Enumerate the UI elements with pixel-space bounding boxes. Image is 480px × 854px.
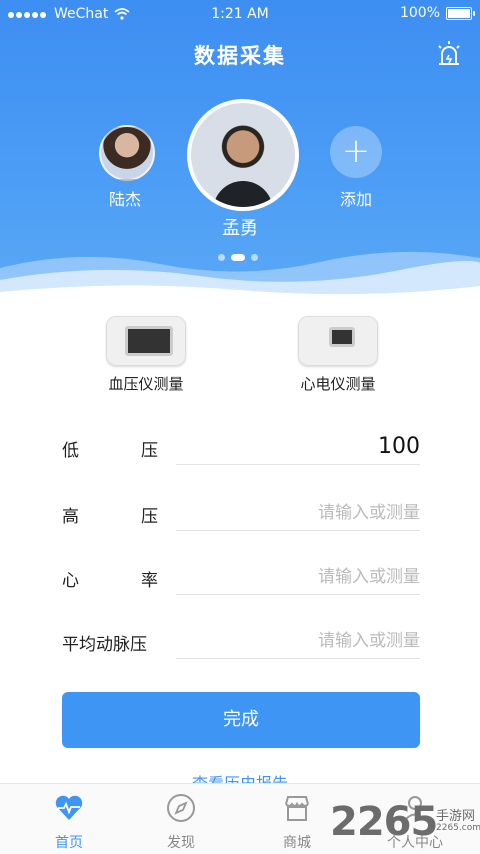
tab-store-label: 商城 <box>283 835 311 851</box>
high-pressure-input[interactable]: 请输入或测量 <box>176 498 420 531</box>
header: WeChat 1:21 AM 100% 数据采集 + 陆杰 孟勇 添加 <box>0 0 480 300</box>
status-bar: WeChat 1:21 AM 100% <box>0 0 480 28</box>
done-button[interactable]: 完成 <box>62 692 420 748</box>
watermark-number: 2265 <box>330 799 438 845</box>
high-pressure-row: 高压 请输入或测量 <box>62 490 420 538</box>
compass-icon <box>167 794 195 822</box>
header-wave <box>0 251 480 300</box>
bp-monitor-label: 血压仪测量 <box>108 375 184 393</box>
heart-rate-input[interactable]: 请输入或测量 <box>176 562 420 595</box>
low-pressure-label: 低压 <box>62 441 158 461</box>
heart-rate-row: 心率 请输入或测量 <box>62 554 420 602</box>
mean-arterial-pressure-row: 平均动脉压 请输入或测量 <box>62 618 420 666</box>
tab-discover[interactable]: 发现 <box>141 792 221 852</box>
low-pressure-row: 低压 100 <box>62 424 420 472</box>
avatar-user-left[interactable] <box>99 125 155 181</box>
store-icon <box>285 796 309 821</box>
mean-arterial-pressure-label: 平均动脉压 <box>62 635 147 655</box>
tab-discover-label: 发现 <box>167 835 195 851</box>
ecg-monitor-label: 心电仪测量 <box>300 375 376 393</box>
battery-icon <box>446 6 475 20</box>
add-user-label[interactable]: 添加 <box>326 186 386 210</box>
bp-monitor-option[interactable]: 血压仪测量 <box>98 316 194 394</box>
user-name-left[interactable]: 陆杰 <box>95 186 155 210</box>
battery-percent: 100% <box>399 5 440 21</box>
avatar-user-selected[interactable] <box>187 99 299 211</box>
heart-rate-label: 心率 <box>62 571 158 591</box>
watermark-text: 手游网 <box>436 809 476 824</box>
tab-home[interactable]: 首页 <box>29 792 109 852</box>
mean-arterial-pressure-input[interactable]: 请输入或测量 <box>176 626 420 659</box>
watermark: 2265 手游网 2265.com <box>330 799 480 849</box>
high-pressure-label: 高压 <box>62 507 158 527</box>
low-pressure-input[interactable]: 100 <box>176 432 420 465</box>
watermark-url: 2265.com <box>436 823 480 833</box>
ecg-monitor-image <box>298 316 378 366</box>
tab-store[interactable]: 商城 <box>257 792 337 852</box>
tab-home-label: 首页 <box>55 835 83 851</box>
alarm-icon[interactable] <box>434 38 464 68</box>
ecg-monitor-option[interactable]: 心电仪测量 <box>290 316 386 394</box>
heartbeat-icon <box>55 795 83 820</box>
bp-monitor-image <box>106 316 186 366</box>
add-user-button[interactable]: + <box>330 126 382 178</box>
page-title: 数据采集 <box>194 44 286 68</box>
user-name-selected: 孟勇 <box>222 218 258 239</box>
